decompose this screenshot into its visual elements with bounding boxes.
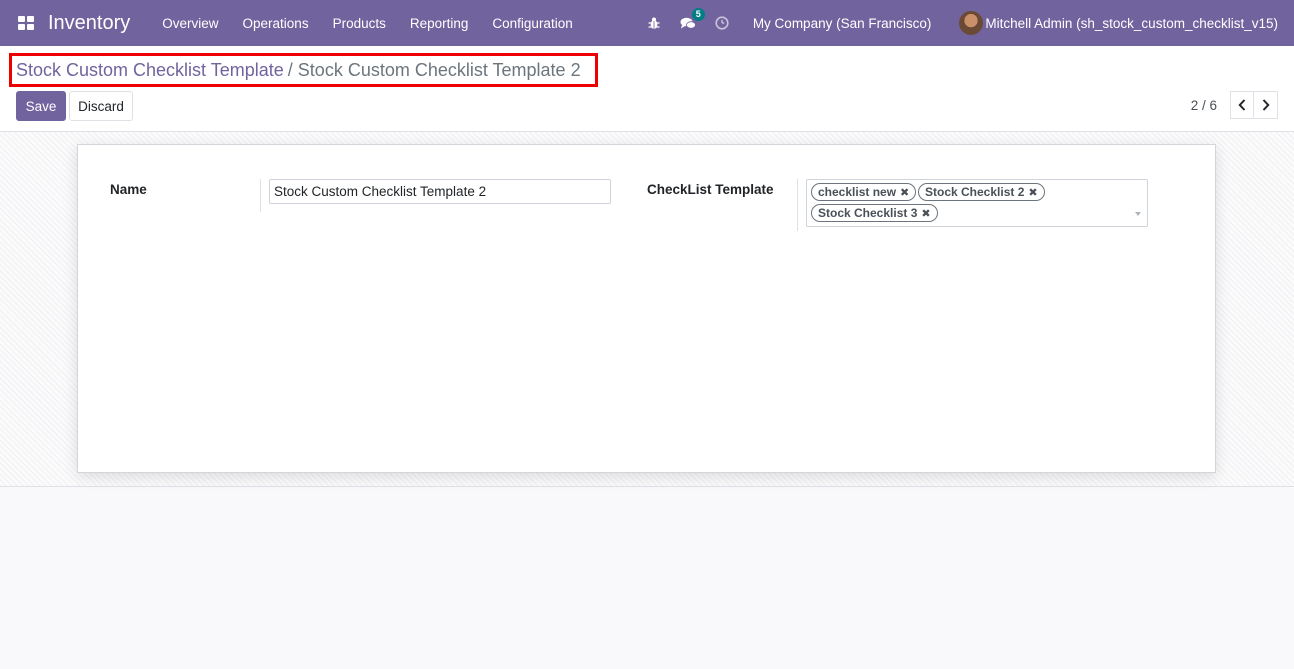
pager-buttons	[1230, 91, 1278, 119]
bug-icon[interactable]	[646, 15, 662, 31]
menu-reporting[interactable]: Reporting	[410, 16, 469, 31]
menu-products[interactable]: Products	[333, 16, 386, 31]
messages-badge: 5	[691, 8, 705, 21]
dropdown-caret-icon[interactable]	[1135, 212, 1141, 216]
chevron-right-icon	[1262, 99, 1270, 111]
breadcrumb-current: Stock Custom Checklist Template 2	[297, 59, 581, 80]
breadcrumb-separator: /	[287, 59, 293, 80]
menu-overview[interactable]: Overview	[162, 16, 218, 31]
user-name: Mitchell Admin (sh_stock_custom_checklis…	[985, 15, 1278, 31]
tag-remove-icon[interactable]: ✖	[1028, 186, 1037, 199]
pager-value[interactable]: 2 / 6	[1191, 98, 1217, 113]
pager-previous-button[interactable]	[1230, 91, 1254, 119]
checklist-template-label: CheckList Template	[647, 182, 774, 197]
form-sheet: Name CheckList Template checklist new ✖ …	[77, 144, 1216, 473]
discard-button[interactable]: Discard	[69, 91, 133, 121]
avatar	[959, 11, 984, 35]
control-panel: Stock Custom Checklist Template / Stock …	[0, 46, 1294, 132]
tag-label: Stock Checklist 2	[925, 185, 1025, 199]
tag-remove-icon[interactable]: ✖	[921, 207, 930, 220]
chevron-left-icon	[1238, 99, 1246, 111]
breadcrumb-parent[interactable]: Stock Custom Checklist Template	[16, 60, 284, 81]
tag-stock-checklist-3[interactable]: Stock Checklist 3 ✖	[811, 204, 938, 222]
name-field[interactable]	[269, 179, 611, 204]
menu-configuration[interactable]: Configuration	[492, 16, 572, 31]
breadcrumb: Stock Custom Checklist Template / Stock …	[9, 53, 598, 87]
app-title[interactable]: Inventory	[48, 12, 130, 35]
tag-label: Stock Checklist 3	[818, 206, 918, 220]
tag-label: checklist new	[818, 185, 897, 199]
checklist-template-field[interactable]: checklist new ✖ Stock Checklist 2 ✖ Stoc…	[806, 179, 1148, 227]
tag-checklist-new[interactable]: checklist new ✖	[811, 183, 917, 201]
checklist-field-divider	[797, 179, 798, 231]
name-field-divider	[260, 179, 261, 212]
top-navbar: Inventory Overview Operations Products R…	[0, 0, 1294, 46]
save-button[interactable]: Save	[16, 91, 66, 121]
apps-grid-icon[interactable]	[14, 11, 38, 35]
company-switcher[interactable]: My Company (San Francisco)	[753, 16, 932, 31]
user-menu[interactable]: Mitchell Admin (sh_stock_custom_checklis…	[959, 11, 1278, 35]
clock-icon[interactable]	[714, 15, 730, 31]
tag-remove-icon[interactable]: ✖	[900, 186, 909, 199]
menu-operations[interactable]: Operations	[243, 16, 309, 31]
tag-stock-checklist-2[interactable]: Stock Checklist 2 ✖	[918, 183, 1045, 201]
name-label: Name	[110, 182, 147, 197]
chat-icon[interactable]: 5	[680, 8, 705, 31]
navbar-systray: 5 My Company (San Francisco) Mitchell Ad…	[637, 0, 1294, 46]
pager-next-button[interactable]	[1254, 91, 1278, 119]
